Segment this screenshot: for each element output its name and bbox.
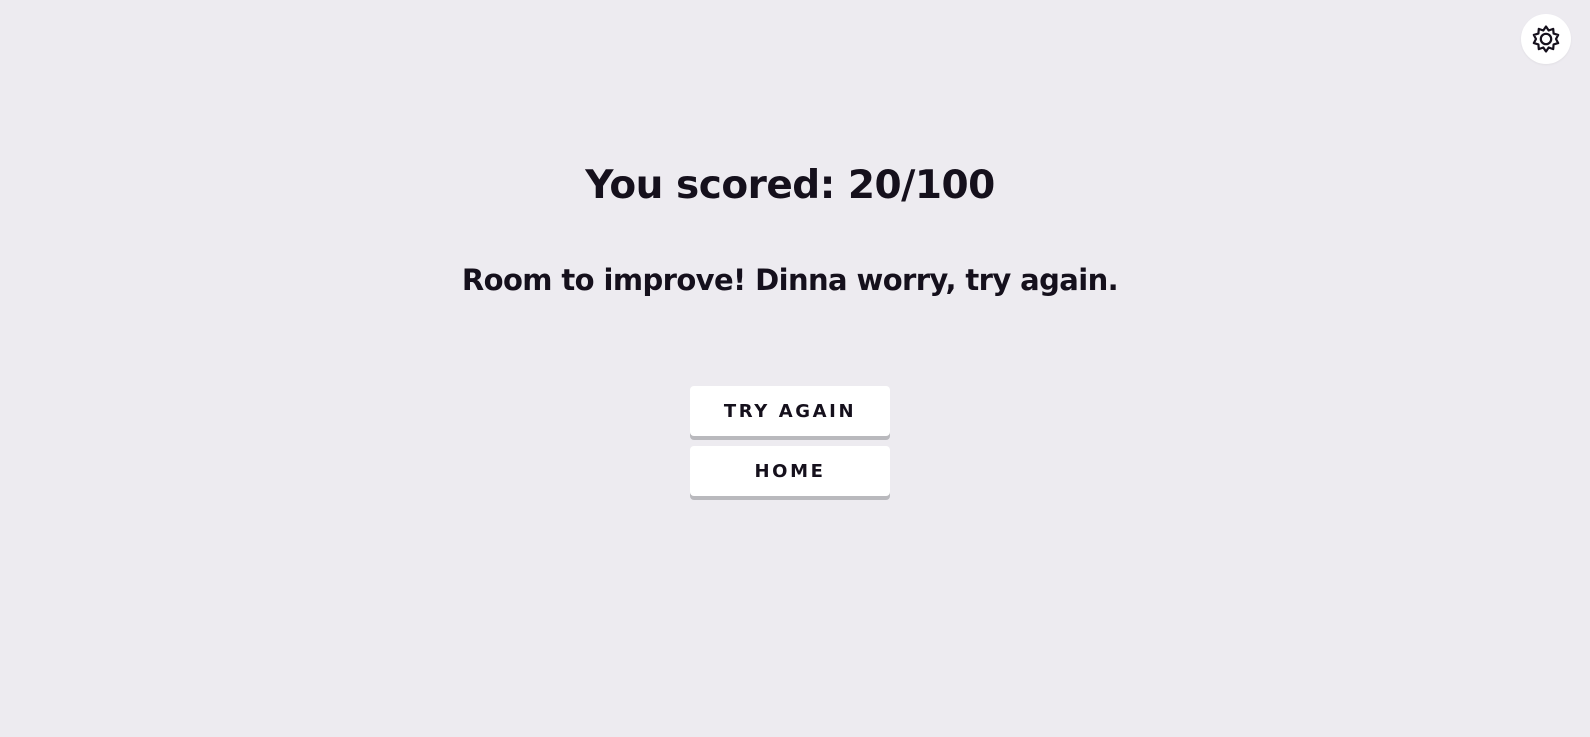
gear-icon (1532, 25, 1560, 53)
score-heading: You scored: 20/100 (585, 163, 995, 208)
results-page: You scored: 20/100 Room to improve! Dinn… (0, 0, 1590, 737)
try-again-button[interactable]: TRY AGAIN (690, 386, 890, 436)
score-message: Room to improve! Dinna worry, try again. (461, 263, 1119, 297)
settings-button[interactable] (1521, 14, 1571, 64)
home-button[interactable]: HOME (690, 446, 890, 496)
